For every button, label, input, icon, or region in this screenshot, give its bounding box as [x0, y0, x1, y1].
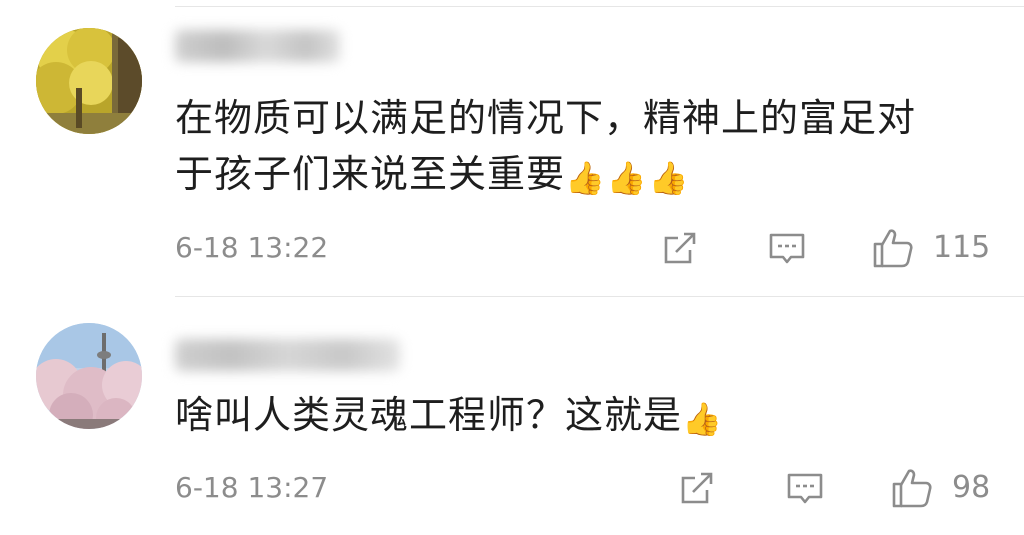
comment-text-line-2: 于孩子们来说至关重要 — [175, 152, 566, 196]
comment-text: 啥叫人类灵魂工程师？这就是👍 — [175, 387, 1005, 447]
ginkgo-tree-photo-icon — [36, 28, 142, 134]
comment-icon — [769, 233, 805, 264]
cherry-blossom-tower-photo-icon — [36, 323, 142, 429]
comment-icon — [787, 473, 823, 504]
username-blurred[interactable] — [175, 339, 400, 371]
comment-text-line: 于孩子们来说至关重要👍👍👍 — [175, 146, 1005, 206]
comment-item: 啥叫人类灵魂工程师？这就是👍 6-18 13:27 98 — [0, 297, 1024, 535]
like-button[interactable]: 98 — [890, 468, 990, 508]
like-count: 115 — [933, 230, 991, 265]
like-count: 98 — [952, 470, 991, 505]
comment-text-line-1: 啥叫人类灵魂工程师？这就是 — [175, 393, 683, 437]
comment-timestamp: 6-18 13:22 — [175, 231, 329, 264]
comment-meta: 6-18 13:22 115 — [175, 228, 1024, 268]
thumbs-up-icon — [873, 229, 913, 268]
username-blurred[interactable] — [175, 30, 340, 62]
comment-meta: 6-18 13:27 98 — [175, 468, 1024, 508]
comment-item: 在物质可以满足的情况下，精神上的富足对 于孩子们来说至关重要👍👍👍 6-18 1… — [0, 0, 1024, 295]
avatar[interactable] — [36, 323, 142, 429]
like-button[interactable]: 115 — [871, 228, 990, 268]
comment-text: 在物质可以满足的情况下，精神上的富足对 于孩子们来说至关重要👍👍👍 — [175, 90, 1005, 206]
comment-text-line: 在物质可以满足的情况下，精神上的富足对 — [175, 96, 917, 140]
reply-button[interactable] — [767, 228, 807, 268]
thumbs-up-icon — [892, 469, 932, 508]
thumbs-up-emoji: 👍👍👍 — [565, 159, 691, 197]
share-button[interactable] — [677, 468, 717, 508]
thumbs-up-emoji: 👍 — [682, 400, 724, 438]
avatar[interactable] — [36, 28, 142, 134]
reply-button[interactable] — [785, 468, 825, 508]
comment-timestamp: 6-18 13:27 — [175, 471, 329, 504]
share-icon — [681, 472, 713, 504]
share-icon — [664, 232, 696, 264]
comment-text-line: 啥叫人类灵魂工程师？这就是👍 — [175, 387, 1005, 447]
share-button[interactable] — [660, 228, 700, 268]
